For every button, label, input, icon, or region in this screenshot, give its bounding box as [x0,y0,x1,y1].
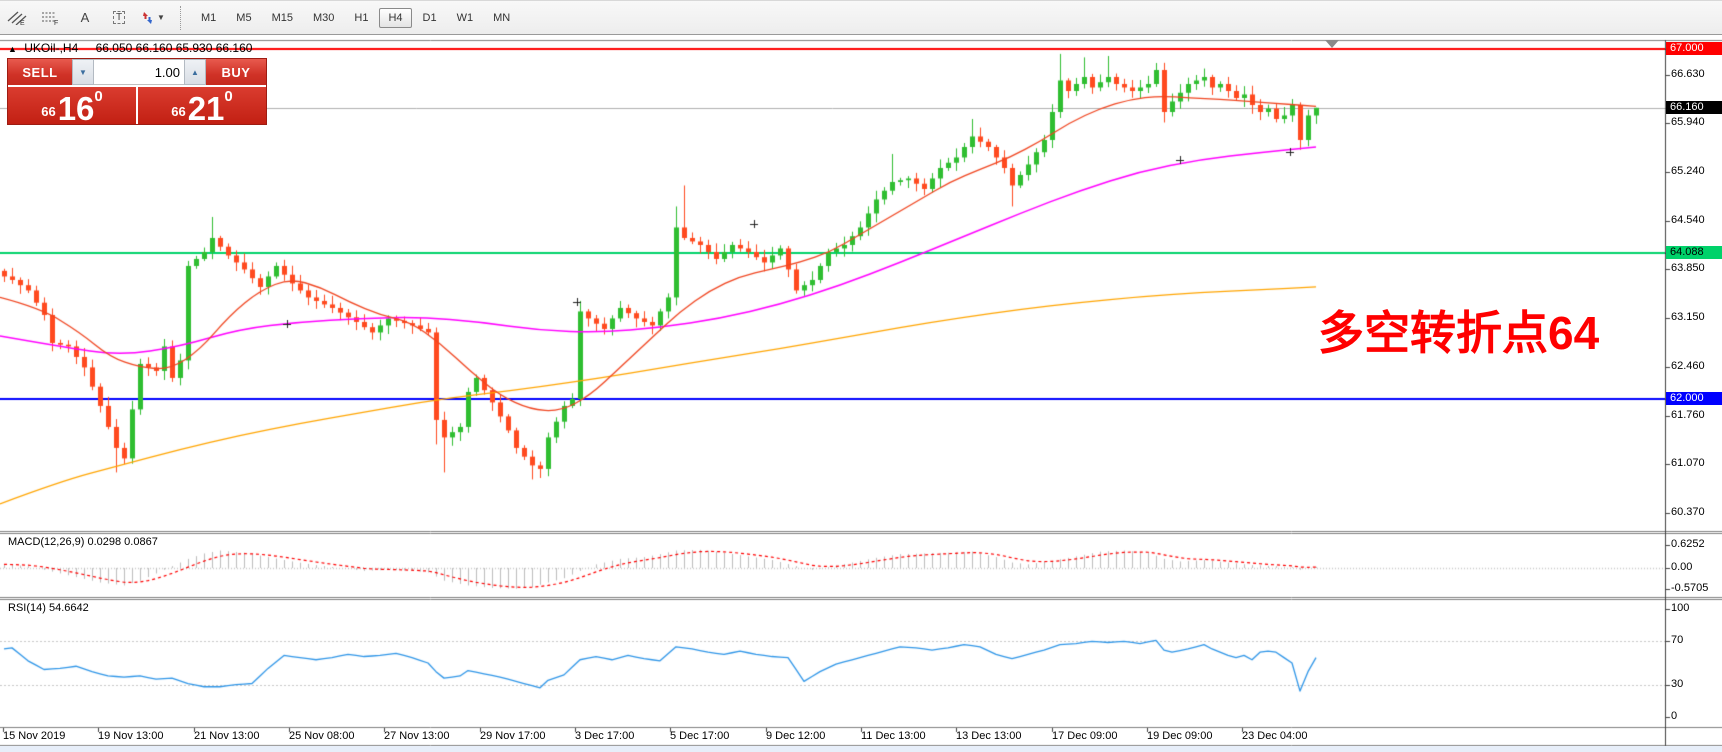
timeframe-button-M30[interactable]: M30 [304,8,343,28]
time-tick-label: 27 Nov 13:00 [384,730,449,742]
rsi-tick-label: 0 [1671,710,1677,723]
sell-button[interactable]: SELL [8,59,72,85]
price-tick-label: 66.630 [1671,68,1705,81]
time-tick-label: 9 Dec 12:00 [766,730,825,742]
time-tick-label: 15 Nov 2019 [3,730,65,742]
chart-annotation-text: 多空转折点64 [1318,297,1599,363]
window-bottom-strip [0,746,1722,752]
macd-label: MACD(12,26,9) 0.0298 0.0867 [8,536,158,548]
svg-text:F: F [54,20,58,25]
price-tick-label: 62.460 [1671,360,1705,373]
price-tick-label: 65.240 [1671,165,1705,178]
volume-increase-button[interactable]: ▲ [184,59,206,85]
price-tick-label: 61.070 [1671,457,1705,470]
price-tick-label: 60.370 [1671,506,1705,519]
toolbar: E F A T ▼ M1M5M15M30H1H4D1W1MN [0,0,1722,35]
equidistant-channel-icon: E [7,10,27,25]
time-tick-label: 5 Dec 17:00 [670,730,729,742]
text-label-icon: A [81,10,90,25]
timeframe-button-MN[interactable]: MN [484,8,519,28]
rsi-tick-label: 100 [1671,602,1689,615]
price-badge: 66.160 [1666,101,1722,114]
time-tick-label: 23 Dec 04:00 [1242,730,1307,742]
price-badge: 67.000 [1666,42,1722,55]
timeframe-button-H1[interactable]: H1 [345,8,377,28]
sell-price-sup: 0 [94,88,102,105]
timeframe-button-D1[interactable]: D1 [414,8,446,28]
timeframe-button-M1[interactable]: M1 [192,8,225,28]
volume-input[interactable] [94,59,184,85]
arrow-styles-icon [141,11,155,25]
one-click-trade-panel: SELL ▼ ▲ BUY 66 16 0 66 21 0 [7,58,267,125]
time-tick-label: 3 Dec 17:00 [575,730,634,742]
buy-price-big: 21 [188,93,225,124]
price-tick-label: 64.540 [1671,214,1705,227]
time-tick-label: 19 Nov 13:00 [98,730,163,742]
time-tick-label: 29 Nov 17:00 [480,730,545,742]
sell-price-small: 66 [41,104,55,119]
trading-terminal-window: E F A T ▼ M1M5M15M30H1H4D1W1MN [0,0,1722,752]
ohlc-values: 66.050 66.160 65.930 66.160 [96,41,253,55]
macd-tick-label: -0.5705 [1671,582,1708,595]
equidistant-channel-tool-button[interactable]: E [1,4,33,32]
price-badge: 64.088 [1666,246,1722,259]
macd-tick-label: 0.6252 [1671,538,1705,551]
timeframe-group: M1M5M15M30H1H4D1W1MN [180,6,520,30]
buy-price-display[interactable]: 66 21 0 [138,87,266,124]
chart-shift-marker-icon[interactable] [1325,40,1339,48]
fibonacci-icon: F [41,10,61,25]
sell-price-display[interactable]: 66 16 0 [8,87,136,124]
buy-price-small: 66 [171,104,185,119]
text-box-icon: T [113,11,125,24]
trade-prices-row: 66 16 0 66 21 0 [8,85,266,124]
price-tick-label: 63.850 [1671,262,1705,275]
text-box-tool-button[interactable]: T [103,4,135,32]
arrow-styles-button[interactable]: ▼ [137,4,169,32]
buy-price-sup: 0 [224,88,232,105]
macd-tick-label: 0.00 [1671,561,1692,574]
symbol-header: ▲ UKOil-,H4 66.050 66.160 65.930 66.160 [8,41,252,55]
rsi-label: RSI(14) 54.6642 [8,602,89,614]
trade-controls-row: SELL ▼ ▲ BUY [8,59,266,85]
text-label-tool-button[interactable]: A [69,4,101,32]
svg-text:E: E [20,20,25,25]
price-badge: 62.000 [1666,392,1722,405]
timeframe-button-W1[interactable]: W1 [448,8,483,28]
timeframe-button-H4[interactable]: H4 [379,8,411,28]
timeframe-button-M5[interactable]: M5 [227,8,260,28]
time-tick-label: 25 Nov 08:00 [289,730,354,742]
sell-price-big: 16 [58,93,95,124]
rsi-tick-label: 30 [1671,678,1683,691]
symbol-name: UKOil-,H4 [24,41,78,55]
collapse-triangle-icon[interactable]: ▲ [8,44,17,54]
buy-button[interactable]: BUY [206,59,266,85]
fibonacci-tool-button[interactable]: F [35,4,67,32]
price-tick-label: 63.150 [1671,311,1705,324]
time-tick-label: 13 Dec 13:00 [956,730,1021,742]
rsi-tick-label: 70 [1671,634,1683,647]
timeframe-button-M15[interactable]: M15 [263,8,302,28]
time-tick-label: 19 Dec 09:00 [1147,730,1212,742]
price-tick-label: 65.940 [1671,116,1705,129]
time-tick-label: 17 Dec 09:00 [1052,730,1117,742]
dropdown-caret-icon: ▼ [157,13,165,22]
price-tick-label: 61.760 [1671,409,1705,422]
time-tick-label: 11 Dec 13:00 [861,730,926,742]
time-tick-label: 21 Nov 13:00 [194,730,259,742]
volume-decrease-button[interactable]: ▼ [72,59,94,85]
